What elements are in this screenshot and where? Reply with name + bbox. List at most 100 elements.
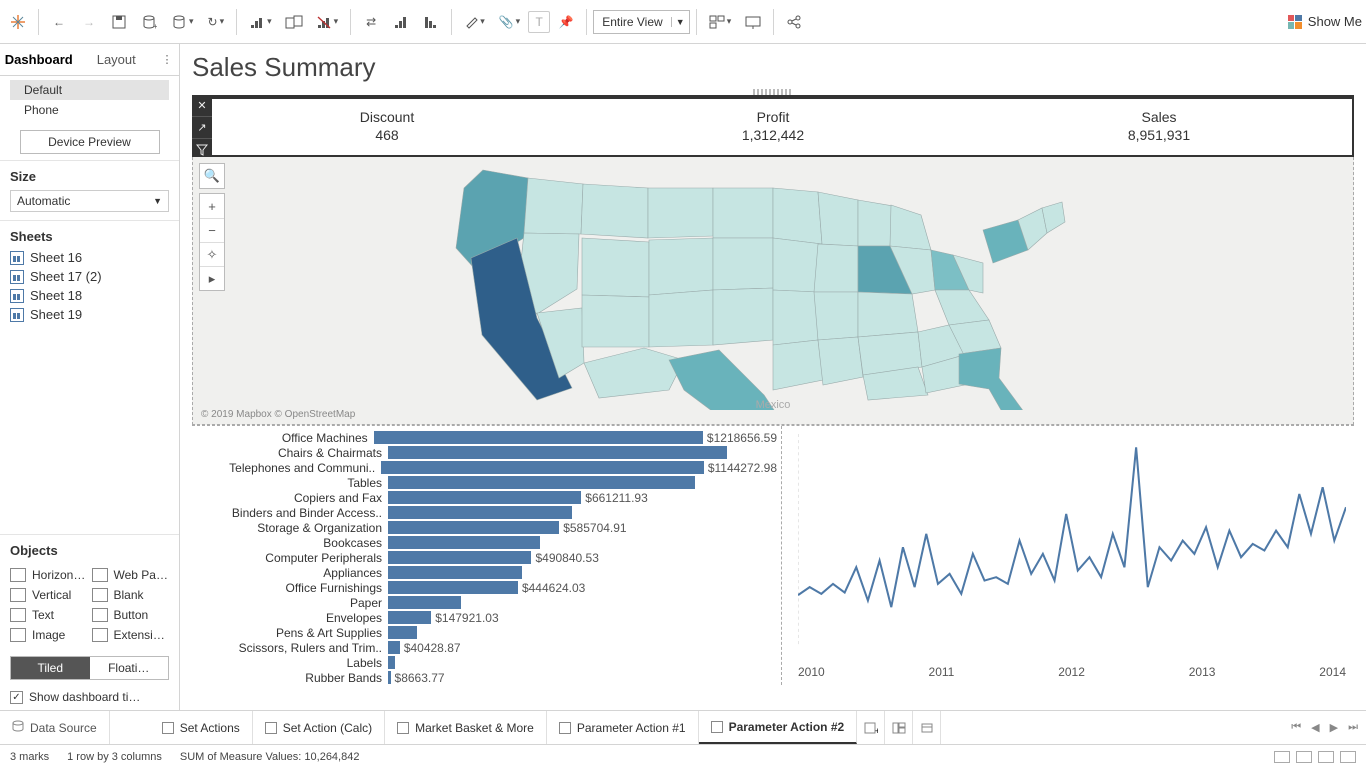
sheet-tab[interactable]: Parameter Action #1 xyxy=(547,711,699,744)
bar-mark[interactable] xyxy=(388,626,417,639)
bar-mark[interactable] xyxy=(388,446,727,459)
nav-prev-icon[interactable]: ◀ xyxy=(1311,721,1319,734)
share-icon[interactable] xyxy=(780,8,808,36)
fit-dropdown[interactable]: Entire View ▼ xyxy=(593,10,689,34)
new-worksheet-tab-icon[interactable]: + xyxy=(857,711,885,744)
bar-row[interactable]: Storage & Organization$585704.91 xyxy=(192,520,777,535)
cards-icon[interactable]: ▾ xyxy=(703,8,738,36)
sheet-tab[interactable]: Set Actions xyxy=(150,711,253,744)
object-item[interactable]: Blank xyxy=(92,588,170,602)
presentation-icon[interactable] xyxy=(739,8,767,36)
bar-mark[interactable] xyxy=(388,596,461,609)
object-item[interactable]: Image xyxy=(10,628,88,642)
tab-options-icon[interactable]: ⋮ xyxy=(155,53,179,66)
sheet-item[interactable]: Sheet 17 (2) xyxy=(10,267,169,286)
new-story-tab-icon[interactable] xyxy=(913,711,941,744)
line-chart[interactable]: 20102011201220132014 xyxy=(782,426,1354,685)
zoom-out-icon[interactable]: − xyxy=(200,218,224,242)
bar-mark[interactable] xyxy=(388,491,581,504)
bar-row[interactable]: Rubber Bands$8663.77 xyxy=(192,670,777,685)
tile-float-toggle[interactable]: Tiled Floati… xyxy=(10,656,169,680)
clear-icon[interactable]: ▾ xyxy=(310,8,345,36)
bar-row[interactable]: Appliances xyxy=(192,565,777,580)
bar-row[interactable]: Computer Peripherals$490840.53 xyxy=(192,550,777,565)
swap-icon[interactable]: ⇄ xyxy=(357,8,385,36)
tab-dashboard[interactable]: Dashboard xyxy=(0,46,78,73)
bar-mark[interactable] xyxy=(381,461,704,474)
kpi-card[interactable]: Profit1,312,442 xyxy=(580,99,966,155)
go-to-sheet-icon[interactable]: ↗ xyxy=(192,117,212,139)
nav-last-icon[interactable]: ⏭ xyxy=(1348,721,1358,734)
new-dashboard-tab-icon[interactable] xyxy=(885,711,913,744)
data-source-tab[interactable]: Data Source xyxy=(0,711,110,744)
bar-chart[interactable]: Office Machines$1218656.59Chairs & Chair… xyxy=(192,426,782,685)
zoom-in-icon[interactable]: + xyxy=(200,194,224,218)
bar-mark[interactable] xyxy=(388,641,400,654)
label-icon[interactable]: T xyxy=(528,11,550,33)
pin-icon[interactable]: 📌 xyxy=(552,8,580,36)
bar-mark[interactable] xyxy=(388,581,518,594)
object-item[interactable]: Web Pa… xyxy=(92,568,170,582)
bar-row[interactable]: Paper xyxy=(192,595,777,610)
bar-mark[interactable] xyxy=(388,656,395,669)
device-preview-button[interactable]: Device Preview xyxy=(20,130,160,154)
bar-row[interactable]: Pens & Art Supplies xyxy=(192,625,777,640)
show-me-button[interactable]: Show Me xyxy=(1288,14,1362,29)
bar-mark[interactable] xyxy=(388,566,522,579)
bar-row[interactable]: Labels xyxy=(192,655,777,670)
bar-row[interactable]: Copiers and Fax$661211.93 xyxy=(192,490,777,505)
new-worksheet-icon[interactable]: ▾ xyxy=(243,8,278,36)
view-mode-2-icon[interactable] xyxy=(1296,751,1312,763)
bar-row[interactable]: Office Machines$1218656.59 xyxy=(192,430,777,445)
tiled-option[interactable]: Tiled xyxy=(11,657,90,679)
object-item[interactable]: Text xyxy=(10,608,88,622)
sheet-tab[interactable]: Set Action (Calc) xyxy=(253,711,385,744)
forward-icon[interactable]: → xyxy=(75,8,103,36)
floating-option[interactable]: Floati… xyxy=(90,657,169,679)
tab-layout[interactable]: Layout xyxy=(78,46,156,73)
bar-mark[interactable] xyxy=(374,431,703,444)
tableau-logo-icon[interactable] xyxy=(4,8,32,36)
bar-row[interactable]: Office Furnishings$444624.03 xyxy=(192,580,777,595)
size-dropdown[interactable]: Automatic ▼ xyxy=(10,190,169,212)
nav-first-icon[interactable]: ⏮ xyxy=(1291,721,1301,734)
view-mode-1-icon[interactable] xyxy=(1274,751,1290,763)
sheet-item[interactable]: Sheet 18 xyxy=(10,286,169,305)
view-mode-4-icon[interactable] xyxy=(1340,751,1356,763)
kpi-container[interactable]: ✕ ↗ ▼ Discount468Profit1,312,442Sales8,9… xyxy=(192,95,1354,157)
bar-mark[interactable] xyxy=(388,536,540,549)
view-mode-3-icon[interactable] xyxy=(1318,751,1334,763)
bar-row[interactable]: Tables xyxy=(192,475,777,490)
bar-row[interactable]: Chairs & Chairmats xyxy=(192,445,777,460)
back-icon[interactable]: ← xyxy=(45,8,73,36)
bar-mark[interactable] xyxy=(388,551,531,564)
sort-asc-icon[interactable] xyxy=(387,8,415,36)
show-title-checkbox[interactable]: ✓ xyxy=(10,691,23,704)
object-item[interactable]: Horizon… xyxy=(10,568,88,582)
map-tools-icon[interactable]: ▸ xyxy=(200,266,224,290)
dashboard-title[interactable]: Sales Summary xyxy=(192,48,1354,89)
sort-desc-icon[interactable] xyxy=(417,8,445,36)
close-icon[interactable]: ✕ xyxy=(192,95,212,117)
bar-row[interactable]: Telephones and Communi..$1144272.98 xyxy=(192,460,777,475)
highlight-icon[interactable]: ▾ xyxy=(458,8,491,36)
bar-mark[interactable] xyxy=(388,521,559,534)
bar-row[interactable]: Bookcases xyxy=(192,535,777,550)
refresh-icon[interactable]: ↻▾ xyxy=(202,8,231,36)
map-search-icon[interactable]: 🔍 xyxy=(200,164,224,188)
sheet-item[interactable]: Sheet 16 xyxy=(10,248,169,267)
sheet-tab[interactable]: Parameter Action #2 xyxy=(699,711,858,744)
kpi-card[interactable]: Discount468 xyxy=(194,99,580,155)
kpi-card[interactable]: Sales8,951,931 xyxy=(966,99,1352,155)
bar-row[interactable]: Binders and Binder Access.. xyxy=(192,505,777,520)
bar-mark[interactable] xyxy=(388,611,431,624)
object-item[interactable]: Vertical xyxy=(10,588,88,602)
bar-mark[interactable] xyxy=(388,506,572,519)
device-default[interactable]: Default xyxy=(10,80,169,100)
nav-next-icon[interactable]: ▶ xyxy=(1330,721,1338,734)
sheet-item[interactable]: Sheet 19 xyxy=(10,305,169,324)
bar-row[interactable]: Envelopes$147921.03 xyxy=(192,610,777,625)
new-data-icon[interactable]: + xyxy=(135,8,163,36)
group-icon[interactable]: 📎▾ xyxy=(493,8,526,36)
bar-row[interactable]: Scissors, Rulers and Trim..$40428.87 xyxy=(192,640,777,655)
